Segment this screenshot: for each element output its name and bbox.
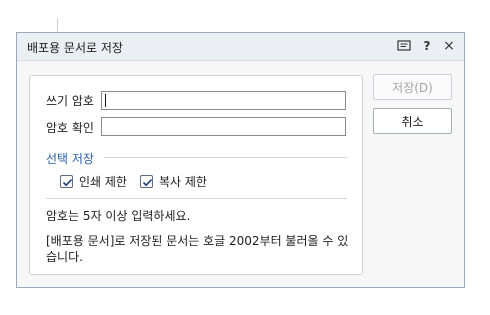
copy-restrict-label: 복사 제한	[159, 175, 207, 189]
background-line	[57, 18, 58, 32]
text-caret	[105, 94, 106, 107]
write-password-label: 쓰기 암호	[46, 94, 94, 108]
close-icon[interactable]: ×	[441, 38, 457, 54]
write-password-input[interactable]	[101, 91, 346, 110]
memo-icon[interactable]	[396, 38, 412, 54]
dialog-title: 배포용 문서로 저장	[27, 41, 123, 55]
help-icon[interactable]: ?	[419, 38, 435, 54]
save-distribution-dialog: 배포용 문서로 저장 ? × 쓰기 암호 암호 확인 선택 저장 인쇄 제한 복…	[16, 32, 465, 288]
checkbox-checked-icon[interactable]	[140, 175, 153, 188]
confirm-password-input[interactable]	[101, 117, 346, 136]
section-title: 선택 저장	[46, 152, 94, 166]
titlebar: 배포용 문서로 저장 ? ×	[17, 33, 464, 61]
print-restrict-label: 인쇄 제한	[79, 175, 127, 189]
save-button[interactable]: 저장(D)	[373, 74, 452, 100]
cancel-button[interactable]: 취소	[373, 108, 452, 134]
checkbox-checked-icon[interactable]	[60, 175, 73, 188]
notes-divider	[46, 198, 347, 199]
section-divider	[104, 157, 347, 158]
password-length-note: 암호는 5자 이상 입력하세요.	[46, 209, 191, 223]
print-restrict-checkbox[interactable]: 인쇄 제한	[60, 173, 127, 190]
compat-note-line2: 습니다.	[46, 250, 83, 264]
options-panel: 쓰기 암호 암호 확인 선택 저장 인쇄 제한 복사 제한 암호는 5자 이상 …	[29, 75, 363, 275]
copy-restrict-checkbox[interactable]: 복사 제한	[140, 173, 207, 190]
confirm-password-label: 암호 확인	[46, 121, 94, 135]
compat-note-line1: [배포용 문서]로 저장된 문서는 호글 2002부터 불러올 수 있	[46, 234, 349, 248]
